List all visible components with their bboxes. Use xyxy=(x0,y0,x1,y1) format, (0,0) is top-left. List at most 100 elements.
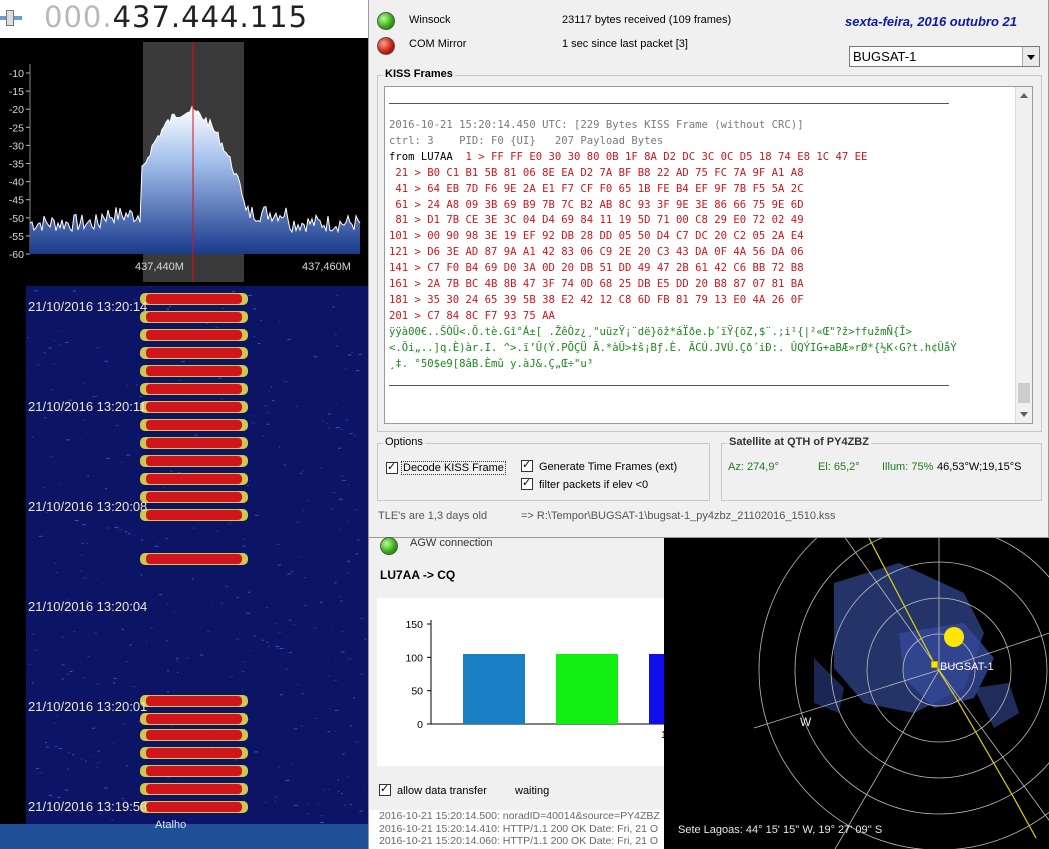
sky-map[interactable]: BUGSAT-1 W Sete Lagoas: 44° 15' 15'' W, … xyxy=(664,538,1049,849)
log-line: 2016-10-21 15:20:14.410: HTTP/1.1 200 OK… xyxy=(379,822,658,835)
noise-speck xyxy=(264,801,267,803)
noise-speck xyxy=(159,594,163,596)
noise-speck xyxy=(92,727,96,729)
hex-line: 21 > B0 C1 B1 5B 81 06 8E EA D2 7A BF B8… xyxy=(389,166,804,179)
noise-speck xyxy=(92,755,95,757)
noise-speck xyxy=(115,425,120,426)
noise-speck xyxy=(341,793,343,795)
noise-speck xyxy=(338,498,343,500)
noise-speck xyxy=(220,398,223,400)
allow-transfer-checkbox[interactable] xyxy=(379,782,391,796)
decode-kiss-checkbox[interactable] xyxy=(386,460,398,474)
noise-speck xyxy=(192,527,196,529)
spectrum-area xyxy=(30,106,360,254)
bar-y-tick: 0 xyxy=(417,719,423,731)
decode-kiss-label[interactable]: Decode KISS Frame xyxy=(401,461,506,475)
noise-speck xyxy=(267,646,271,648)
noise-speck xyxy=(28,663,32,665)
spectrum-display[interactable]: -10 -15 -20 -25 -30 -35 -40 -45 -50 -55 -60 437,44… xyxy=(0,42,368,284)
allow-transfer-label[interactable]: allow data transfer xyxy=(397,785,487,797)
taskbar-shortcut[interactable]: Atalho xyxy=(0,819,368,849)
noise-speck xyxy=(338,447,341,449)
satellite-select[interactable]: BUGSAT-1 xyxy=(849,46,1040,67)
scroll-up-icon[interactable] xyxy=(1016,87,1032,104)
signal-burst xyxy=(146,748,242,758)
noise-speck xyxy=(140,574,143,576)
http-log[interactable]: 2016-10-21 15:20:14.500: noradID=40014&s… xyxy=(369,810,665,849)
kiss-frames-textbox[interactable]: 2016-10-21 15:20:14.450 UTC: [229 Bytes … xyxy=(384,86,1033,424)
qth-caption: Sete Lagoas: 44° 15' 15'' W, 19° 27' 09'… xyxy=(678,824,883,836)
noise-speck xyxy=(249,480,251,482)
filter-packets-label[interactable]: filter packets if elev <0 xyxy=(539,479,648,491)
frequency-readout[interactable]: 000.437.444.115 xyxy=(44,0,308,34)
noise-speck xyxy=(355,741,359,743)
noise-speck xyxy=(302,509,305,511)
illumination-value: Illum: 75% xyxy=(882,461,934,473)
com-mirror-label: COM Mirror xyxy=(409,38,467,50)
noise-speck xyxy=(253,336,256,338)
noise-speck xyxy=(326,422,329,424)
signal-burst xyxy=(146,766,242,776)
noise-speck xyxy=(298,556,300,558)
noise-speck xyxy=(175,658,179,660)
noise-speck xyxy=(235,638,240,640)
noise-speck xyxy=(116,353,118,354)
noise-speck xyxy=(67,768,70,770)
signal-burst xyxy=(146,784,242,794)
slider-knob[interactable] xyxy=(6,10,14,26)
noise-speck xyxy=(215,530,219,532)
waterfall-margin xyxy=(0,286,26,824)
kiss-scrollbar[interactable] xyxy=(1015,87,1032,423)
generate-time-label[interactable]: Generate Time Frames (ext) xyxy=(539,461,677,473)
waterfall-display[interactable]: 21/10/2016 13:20:14 21/10/2016 13:20:11 … xyxy=(0,286,368,824)
satellite-marker-icon[interactable] xyxy=(930,660,939,669)
noise-speck xyxy=(93,632,98,634)
noise-speck xyxy=(206,631,210,633)
chevron-down-icon[interactable] xyxy=(1022,47,1039,66)
signal-burst xyxy=(146,714,242,724)
noise-speck xyxy=(291,570,294,572)
noise-speck xyxy=(200,654,204,656)
noise-speck xyxy=(306,813,310,815)
noise-speck xyxy=(327,413,332,415)
noise-speck xyxy=(247,485,249,487)
noise-speck xyxy=(57,796,61,798)
noise-speck xyxy=(87,475,90,477)
scroll-thumb[interactable] xyxy=(1018,383,1030,403)
ascii-line: ¸‡. °50$e9[8âB.Èmû y.àJ&.Ç„Œ÷"u³ xyxy=(389,357,594,370)
noise-speck xyxy=(73,631,76,633)
noise-speck xyxy=(215,326,219,328)
noise-speck xyxy=(126,765,129,767)
noise-speck xyxy=(261,639,264,641)
y-tick-label: -45 xyxy=(9,195,24,207)
noise-speck xyxy=(112,682,116,684)
noise-speck xyxy=(96,762,100,764)
noise-speck xyxy=(327,731,331,733)
noise-speck xyxy=(349,674,351,676)
noise-speck xyxy=(126,454,131,456)
noise-speck xyxy=(210,605,212,607)
filter-packets-checkbox[interactable] xyxy=(521,476,533,490)
noise-speck xyxy=(65,439,70,441)
frequency-slider[interactable] xyxy=(0,8,22,26)
noise-speck xyxy=(353,697,355,699)
noise-speck xyxy=(67,752,71,754)
noise-speck xyxy=(277,766,281,768)
generate-time-checkbox[interactable] xyxy=(521,458,533,472)
noise-speck xyxy=(319,467,323,469)
noise-speck xyxy=(253,635,256,637)
noise-speck xyxy=(83,382,86,384)
signal-burst xyxy=(146,402,242,412)
agw-connection-label: AGW connection xyxy=(410,537,493,549)
noise-speck xyxy=(45,746,49,748)
noise-speck xyxy=(247,294,252,296)
signal-burst xyxy=(146,348,242,358)
noise-speck xyxy=(150,745,152,747)
signal-burst xyxy=(146,510,242,520)
scroll-down-icon[interactable] xyxy=(1016,406,1032,423)
noise-speck xyxy=(261,435,265,437)
noise-speck xyxy=(58,748,63,750)
y-tick-label: -20 xyxy=(9,104,24,116)
noise-speck xyxy=(268,537,270,539)
hex-line: 181 > 35 30 24 65 39 5B 38 E2 42 12 C8 6… xyxy=(389,293,804,306)
